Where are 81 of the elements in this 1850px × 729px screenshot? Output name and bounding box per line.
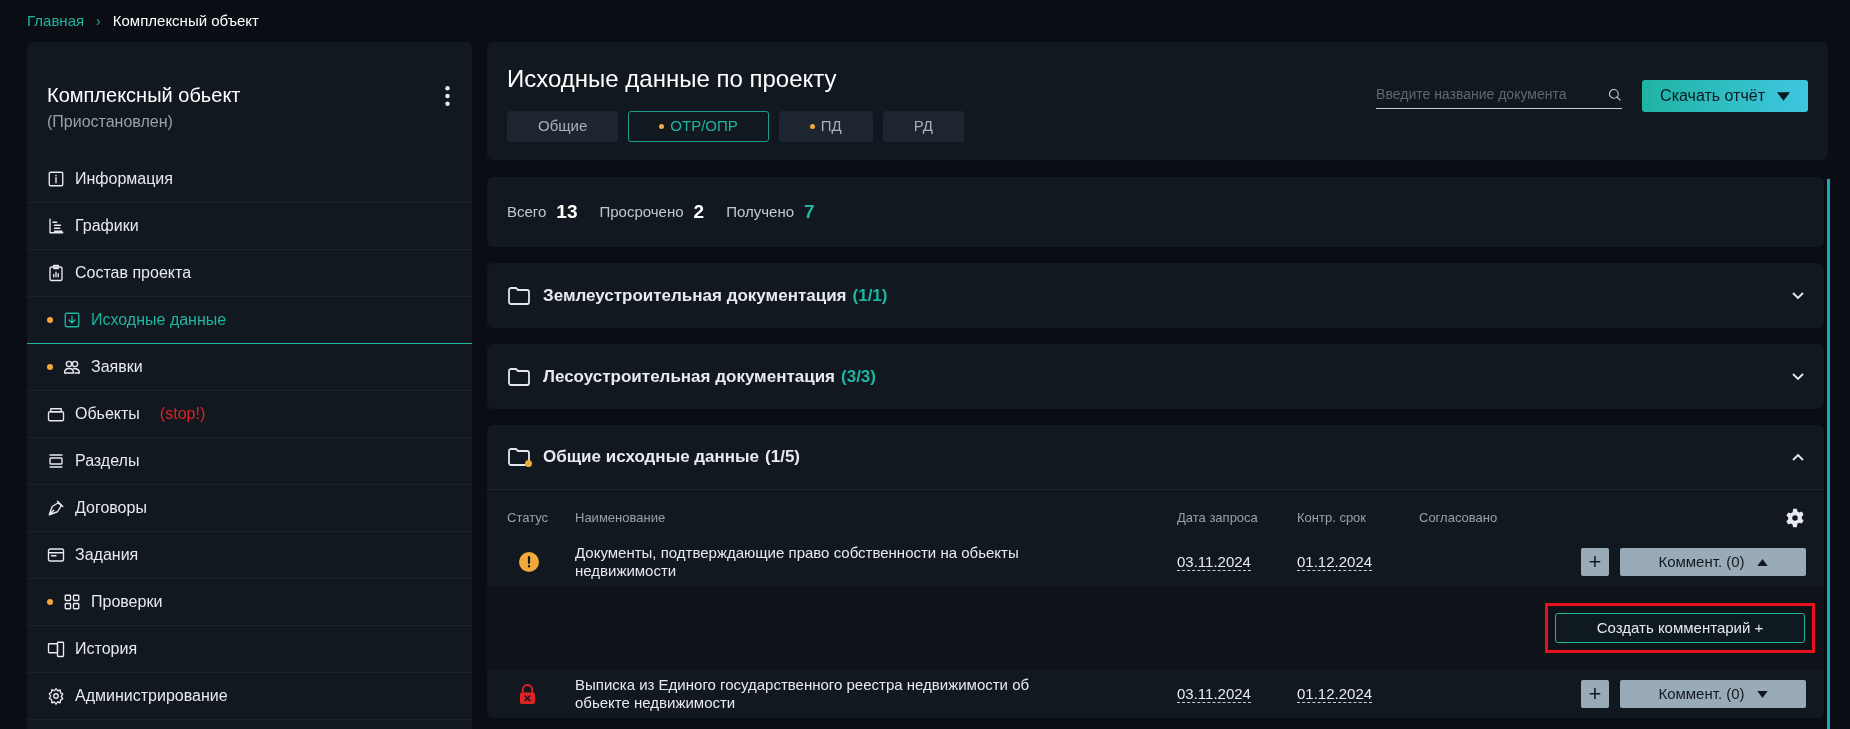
comment-button[interactable]: Коммент. (0) <box>1620 548 1806 576</box>
create-comment-button[interactable]: Создать комментарий + <box>1555 613 1805 643</box>
sidebar-item[interactable]: Состав проекта <box>27 250 472 297</box>
chevron-down-icon[interactable] <box>1792 372 1804 381</box>
stat-label: Просрочено <box>599 201 684 222</box>
tab[interactable]: ОТР/ОПР <box>628 110 769 142</box>
section-header[interactable]: Землеустроительная документация (1/1) <box>487 263 1824 328</box>
sidebar-item[interactable]: Договоры <box>27 485 472 532</box>
sidebar-item[interactable]: Обьекты (stop!) <box>27 391 472 438</box>
column-header: Наименование <box>575 509 667 528</box>
section-count: (1/5) <box>765 446 801 469</box>
document-name: Выписка из Единого государственного реестра недвижимости об обьекте недвижимости <box>575 676 1031 712</box>
stat-label: Всего <box>507 201 547 222</box>
sidebar-item[interactable]: Исходные данные <box>27 297 472 344</box>
caret-icon <box>1756 558 1768 566</box>
section-header[interactable]: Общие исходные данные (1/5) <box>487 425 1824 490</box>
sidebar-item[interactable]: Администрирование <box>27 673 472 720</box>
stat-value: 13 <box>556 199 578 224</box>
tab[interactable]: ПД <box>778 110 873 142</box>
devices-icon <box>47 640 65 658</box>
search-icon <box>1607 86 1623 102</box>
column-header: Согласовано <box>1419 509 1499 528</box>
more-icon[interactable] <box>445 86 450 106</box>
settings-icon[interactable] <box>1784 507 1806 529</box>
bars-icon <box>47 217 65 235</box>
page-title: Исходные данные по проекту <box>507 63 838 94</box>
project-status: (Приостановлен) <box>47 112 174 132</box>
pen-icon <box>47 499 65 517</box>
sidebar-item[interactable]: Задания <box>27 532 472 579</box>
scrollbar[interactable] <box>1827 179 1830 729</box>
section-header[interactable]: Лесоустроительная документация (3/3) <box>487 344 1824 409</box>
stat-label: Получено <box>726 201 794 222</box>
tab[interactable]: РД <box>882 110 964 142</box>
stat-value: 2 <box>693 199 705 224</box>
tab[interactable]: Общие <box>507 110 619 142</box>
users-icon <box>63 358 81 376</box>
download-report-button[interactable]: Скачать отчёт <box>1642 80 1808 112</box>
stack-icon <box>47 452 65 470</box>
section-title: Землеустроительная документация <box>543 284 847 307</box>
clipboard-icon <box>47 264 65 282</box>
download-icon <box>63 311 81 329</box>
column-header: Контр. срок <box>1297 509 1368 528</box>
tray-icon <box>47 405 65 423</box>
section-count: (3/3) <box>841 365 876 388</box>
breadcrumb-separator: › <box>96 11 101 31</box>
chevron-up-icon[interactable] <box>1792 453 1804 461</box>
comment-button[interactable]: Коммент. (0) <box>1620 680 1806 708</box>
request-date[interactable]: 03.11.2024 <box>1177 685 1251 703</box>
column-header: Дата запроса <box>1177 509 1259 528</box>
chevron-down-icon[interactable] <box>1792 291 1804 300</box>
add-button[interactable]: + <box>1581 548 1609 576</box>
checklist-icon <box>63 593 81 611</box>
sidebar-item[interactable]: История <box>27 626 472 673</box>
info-icon <box>47 170 65 188</box>
stat-value: 7 <box>804 199 815 224</box>
caret-icon <box>1756 690 1768 698</box>
request-date[interactable]: 03.11.2024 <box>1177 553 1251 571</box>
column-header: Статус <box>507 509 550 528</box>
document-name: Документы, подтверждающие право собственности на обьекты недвижимости <box>575 544 1020 580</box>
breadcrumb-current: Комплексный объект <box>112 10 259 31</box>
add-button[interactable]: + <box>1581 680 1609 708</box>
lock-icon <box>519 683 536 705</box>
settings-icon <box>47 687 65 705</box>
deadline-date[interactable]: 01.12.2024 <box>1297 685 1373 703</box>
sidebar-item[interactable]: Графики <box>27 203 472 250</box>
section-count: (1/1) <box>852 284 888 307</box>
warning-icon <box>519 552 539 572</box>
breadcrumb-link[interactable]: Главная <box>27 9 85 33</box>
window-icon <box>47 546 65 564</box>
project-title: Комплексный обьект <box>47 83 241 108</box>
sidebar-item[interactable]: Разделы <box>27 438 472 485</box>
section-title: Лесоустроительная документация <box>543 365 835 388</box>
stop-tag: (stop!) <box>159 402 206 426</box>
deadline-date[interactable]: 01.12.2024 <box>1297 553 1373 571</box>
sidebar-item[interactable]: Проверки <box>27 579 472 626</box>
sidebar-item[interactable]: Информация <box>27 156 472 203</box>
section-title: Общие исходные данные <box>543 446 760 469</box>
caret-icon <box>1777 91 1790 101</box>
search-field[interactable]: Введите название документа <box>1376 83 1623 109</box>
folder-icon <box>507 445 531 469</box>
sidebar-item[interactable]: Заявки <box>27 344 472 391</box>
